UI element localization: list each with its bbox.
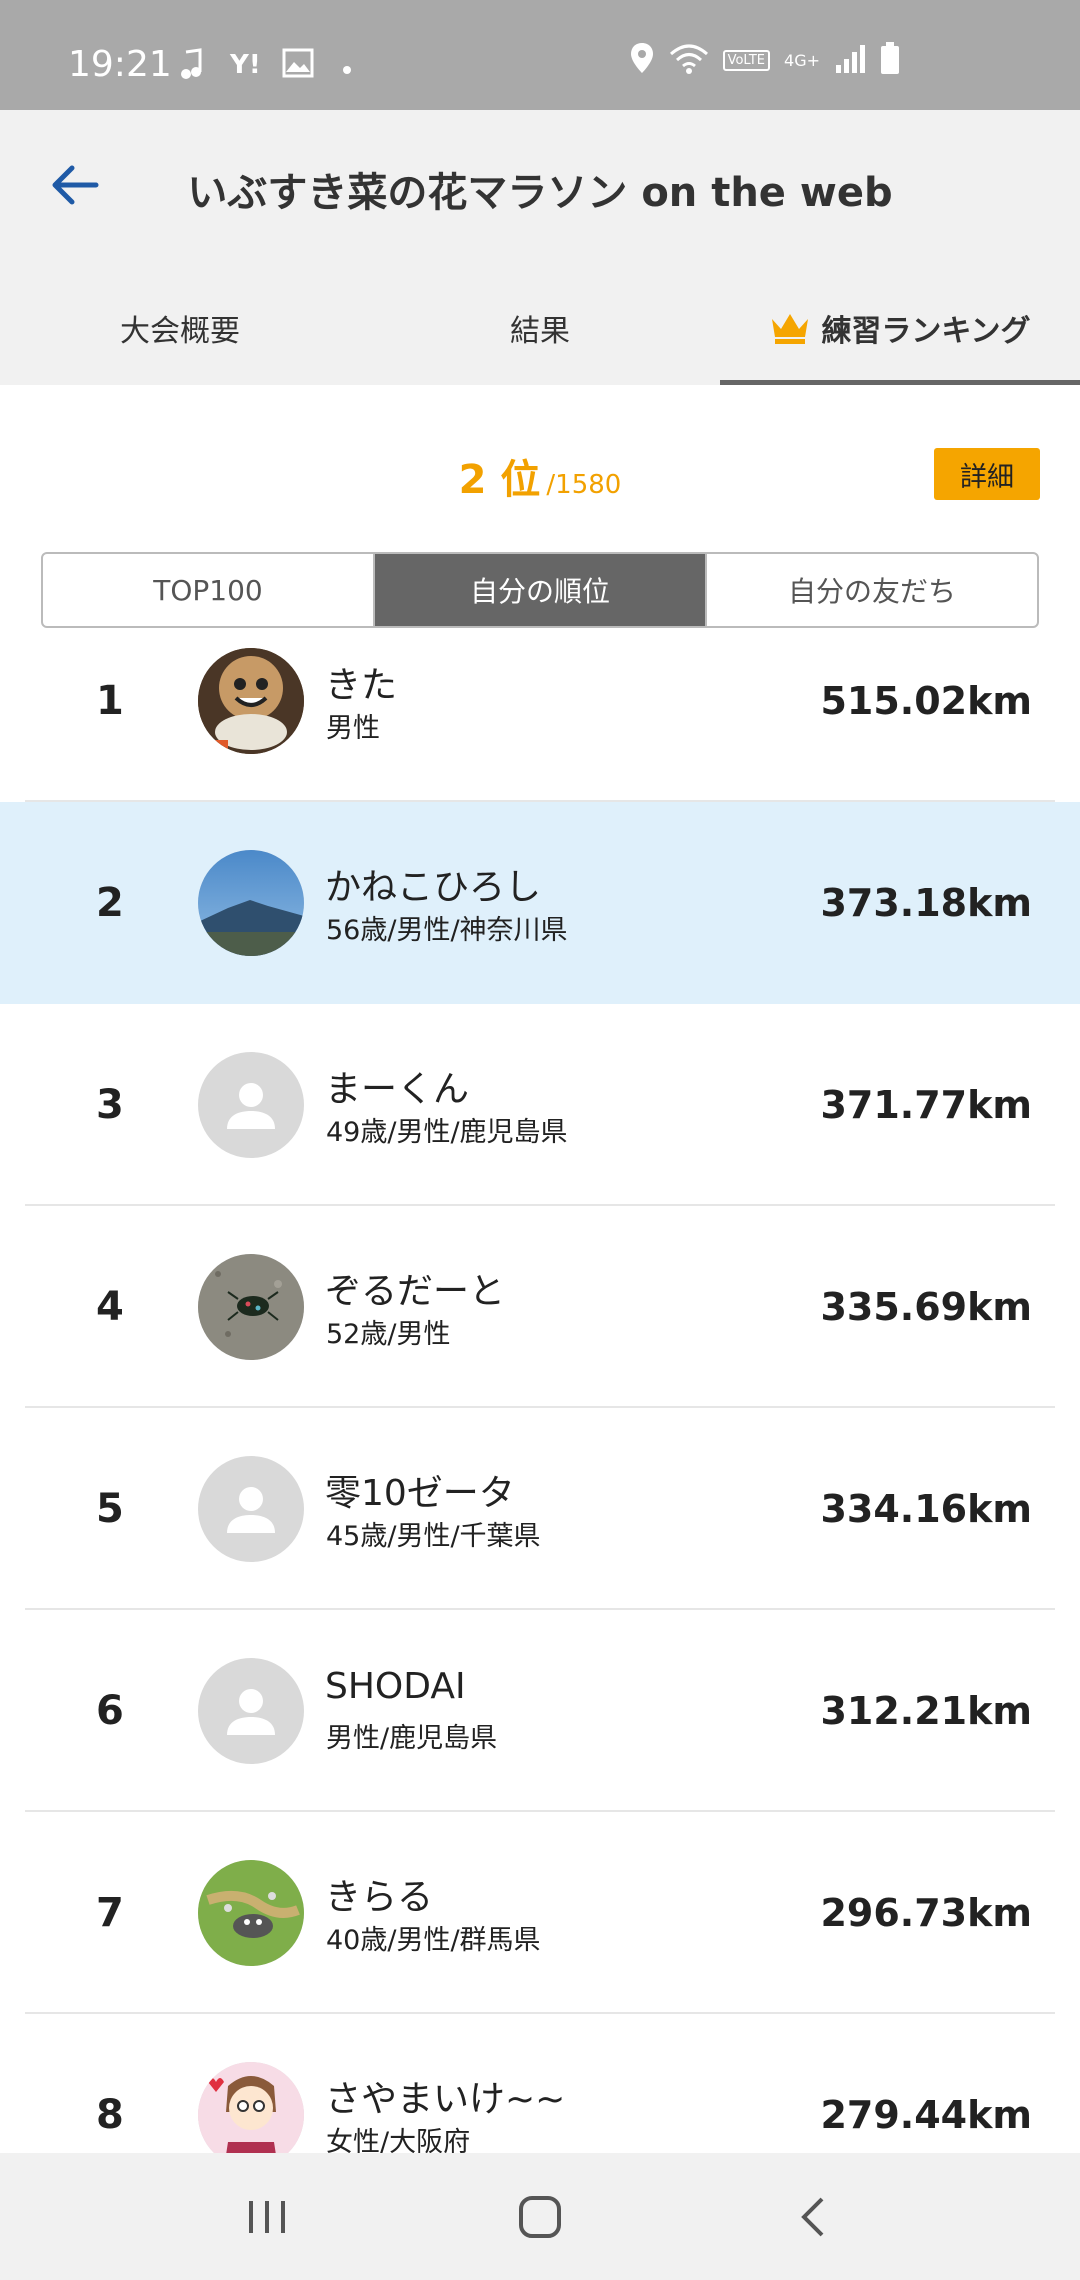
tab-bar: 大会概要 結果 練習ランキング xyxy=(0,270,1080,385)
mascot-photo-icon xyxy=(198,648,304,754)
rank-summary: 2 位/1580 詳細 xyxy=(0,385,1080,550)
wifi-icon xyxy=(669,42,709,78)
runner-distance: 335.69km xyxy=(820,1285,1032,1329)
ranking-row[interactable]: 4 ぞるだーと 52歳/男性 335.69km xyxy=(0,1206,1080,1408)
yahoo-notification-icon: Y! xyxy=(230,50,261,80)
rank-number: 6 xyxy=(96,1688,124,1734)
segment-my-rank[interactable]: 自分の順位 xyxy=(375,554,707,626)
avatar xyxy=(198,1456,304,1562)
tab-label: 大会概要 xyxy=(120,313,240,349)
recent-apps-button[interactable] xyxy=(222,2172,312,2262)
rank-number: 1 xyxy=(96,678,124,724)
avatar xyxy=(198,648,304,754)
runner-distance: 279.44km xyxy=(820,2093,1032,2137)
battery-icon xyxy=(880,42,900,78)
ranking-row-self[interactable]: 2 かねこひろし 56歳/男性/神奈川県 373.18km xyxy=(0,802,1080,1004)
runner-info: 56歳/男性/神奈川県 xyxy=(326,915,568,946)
home-icon xyxy=(518,2195,561,2238)
mountain-photo-icon xyxy=(198,850,304,956)
default-user-icon xyxy=(227,1487,275,1533)
runner-info: 52歳/男性 xyxy=(326,1319,451,1350)
location-icon xyxy=(629,41,655,79)
chevron-left-icon xyxy=(801,2197,824,2236)
detail-button[interactable]: 詳細 xyxy=(934,448,1040,500)
tab-results[interactable]: 結果 xyxy=(360,270,720,385)
beetle-photo-icon xyxy=(198,1254,304,1360)
default-user-icon xyxy=(227,1083,275,1129)
runner-info: 49歳/男性/鹿児島県 xyxy=(326,1117,568,1148)
system-nav-bar xyxy=(0,2153,1080,2280)
runner-name: まーくん xyxy=(325,1069,470,1110)
runner-distance: 296.73km xyxy=(820,1891,1032,1935)
my-rank: 2 位/1580 xyxy=(0,447,1080,505)
rank-number: 3 xyxy=(96,1082,124,1128)
status-bar: 19:21 Y! VoLTE 4G+ xyxy=(0,0,1080,110)
ranking-filter: TOP100 自分の順位 自分の友だち xyxy=(41,552,1039,628)
runner-info: 男性 xyxy=(326,713,380,744)
tab-label: 練習ランキング xyxy=(821,313,1031,349)
runner-distance: 334.16km xyxy=(820,1487,1032,1531)
segment-top100[interactable]: TOP100 xyxy=(43,554,375,626)
ranking-row[interactable]: 1 きた 男性 515.02km xyxy=(0,630,1080,802)
avatar xyxy=(198,850,304,956)
runner-name: 零10ゼータ xyxy=(325,1473,515,1514)
home-button[interactable] xyxy=(495,2172,585,2262)
rank-number: 2 xyxy=(96,880,124,926)
rank-number: 8 xyxy=(96,2092,124,2138)
rank-number: 5 xyxy=(96,1486,124,1532)
tab-overview[interactable]: 大会概要 xyxy=(0,270,360,385)
avatar xyxy=(198,1658,304,1764)
app-bar: いぶすき菜の花マラソン on the web xyxy=(0,110,1080,270)
status-icons: VoLTE 4G+ xyxy=(629,40,900,80)
ranking-row[interactable]: 3 まーくん 49歳/男性/鹿児島県 371.77km xyxy=(0,1004,1080,1206)
system-back-button[interactable] xyxy=(768,2172,858,2262)
runner-info: 女性/大阪府 xyxy=(326,2127,471,2153)
runner-name: きらる xyxy=(325,1877,434,1918)
runner-name: かねこひろし xyxy=(325,867,542,908)
avatar xyxy=(198,2062,304,2153)
network-type: 4G+ xyxy=(784,50,820,70)
image-notification-icon xyxy=(282,48,314,82)
runner-name: きた xyxy=(325,665,398,706)
rank-number: 4 xyxy=(96,1284,124,1330)
segment-my-friends[interactable]: 自分の友だち xyxy=(707,554,1037,626)
ranking-row[interactable]: 6 SHODAI 男性/鹿児島県 312.21km xyxy=(0,1610,1080,1812)
runner-info: 40歳/男性/群馬県 xyxy=(326,1925,541,1956)
runner-distance: 312.21km xyxy=(820,1689,1032,1733)
avatar xyxy=(198,1052,304,1158)
status-time: 19:21 xyxy=(68,44,172,85)
game-character-photo-icon xyxy=(198,1860,304,1966)
total-participants: /1580 xyxy=(546,470,622,500)
runner-distance: 373.18km xyxy=(820,881,1032,925)
illustration-avatar-icon xyxy=(198,2062,304,2153)
music-notification-icon xyxy=(178,48,218,86)
runner-distance: 371.77km xyxy=(820,1083,1032,1127)
ranking-row[interactable]: 8 さやまいけ~~ 女性/大阪府 279.44km xyxy=(0,2014,1080,2153)
more-notifications-dot-icon xyxy=(342,60,352,79)
my-rank-value: 2 位 xyxy=(458,457,541,503)
default-user-icon xyxy=(227,1689,275,1735)
rank-number: 7 xyxy=(96,1890,124,1936)
runner-distance: 515.02km xyxy=(820,679,1032,723)
ranking-row[interactable]: 5 零10ゼータ 45歳/男性/千葉県 334.16km xyxy=(0,1408,1080,1610)
runner-name: さやまいけ~~ xyxy=(325,2079,566,2120)
page-title: いぶすき菜の花マラソン on the web xyxy=(187,170,893,216)
volte-icon: VoLTE xyxy=(722,49,771,71)
tab-label: 結果 xyxy=(510,313,570,349)
ranking-row[interactable]: 7 きらる 40歳/男性/群馬県 296.73km xyxy=(0,1812,1080,2014)
avatar xyxy=(198,1254,304,1360)
runner-info: 45歳/男性/千葉県 xyxy=(326,1521,541,1552)
runner-name: ぞるだーと xyxy=(325,1271,506,1312)
crown-icon xyxy=(769,311,811,345)
runner-info: 男性/鹿児島県 xyxy=(326,1723,498,1754)
tab-practice-ranking[interactable]: 練習ランキング xyxy=(720,270,1080,385)
avatar xyxy=(198,1860,304,1966)
runner-name: SHODAI xyxy=(325,1666,466,1707)
recent-apps-icon xyxy=(248,2200,285,2233)
signal-icon xyxy=(834,43,866,77)
ranking-list[interactable]: 1 きた 男性 515.02km 2 かねこひろし 56歳/男性/神奈川県 37… xyxy=(0,630,1080,2153)
